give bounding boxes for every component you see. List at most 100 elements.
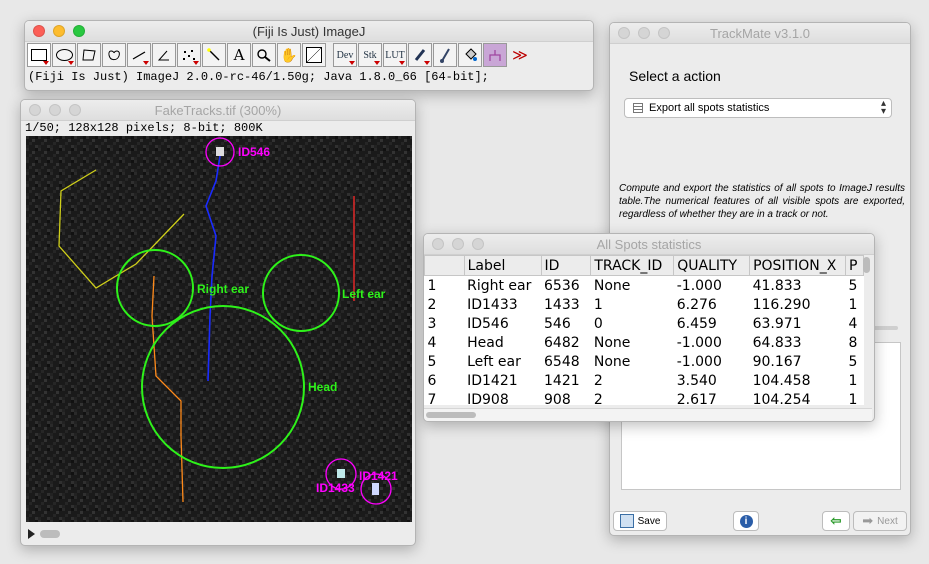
dev-menu-tool[interactable]: Dev — [333, 43, 357, 67]
multipoint-icon — [183, 50, 195, 60]
trackmate-icon — [489, 50, 501, 61]
freehand-tool[interactable] — [102, 43, 126, 67]
table-cell: 8 — [848, 334, 858, 351]
rectangle-tool[interactable] — [27, 43, 51, 67]
table-row[interactable]: 1 Right ear 6536 None -1.000 41.833 5 — [425, 276, 864, 296]
horizontal-scrollbar[interactable] — [424, 408, 872, 421]
table-row[interactable]: 7 ID908 908 2 2.617 104.254 1 — [425, 390, 864, 406]
table-cell: 1 — [593, 296, 603, 313]
spots-titlebar: All Spots statistics — [424, 234, 874, 255]
imagej-title: (Fiji Is Just) ImageJ — [252, 24, 366, 39]
lut-menu-tool[interactable]: LUT — [383, 43, 407, 67]
polygon-tool[interactable] — [77, 43, 101, 67]
table-row[interactable]: 2 ID1433 1433 1 6.276 116.290 1 — [425, 295, 864, 314]
table-cell: -1.000 — [676, 353, 722, 370]
info-button[interactable]: i — [733, 511, 759, 531]
play-icon[interactable] — [28, 529, 35, 539]
table-row[interactable]: 3 ID546 546 0 6.459 63.971 4 — [425, 314, 864, 333]
stack-slider-thumb[interactable] — [40, 530, 60, 538]
table-cell: 2.617 — [676, 391, 717, 406]
table-cell: -1.000 — [676, 277, 722, 294]
table-row[interactable]: 4 Head 6482 None -1.000 64.833 8 — [425, 333, 864, 352]
next-button[interactable]: ➡ Next — [853, 511, 907, 531]
imagej-window: (Fiji Is Just) ImageJ A ✋ Dev Stk LUT ≫ … — [24, 20, 594, 91]
table-cell: 1433 — [544, 296, 580, 313]
oval-icon — [55, 49, 73, 61]
back-button[interactable]: ⇦ — [822, 511, 850, 531]
label-head: Head — [308, 380, 337, 394]
spots-title: All Spots statistics — [596, 237, 702, 252]
freehand-icon — [108, 50, 120, 61]
column-header[interactable]: ID — [540, 255, 592, 276]
column-header[interactable]: QUALITY — [673, 255, 751, 276]
action-select-value: Export all spots statistics — [649, 102, 770, 114]
table-cell: 6482 — [544, 334, 580, 351]
spots-window: All Spots statistics Label ID TRACK_ID Q… — [423, 233, 875, 422]
table-cell: ID908 — [467, 391, 509, 406]
table-cell: 104.254 — [752, 391, 811, 406]
hand-icon: ✋ — [280, 46, 298, 63]
stk-label: Stk — [363, 49, 377, 61]
table-cell: 908 — [544, 391, 571, 406]
table-cell: 3 — [427, 315, 437, 332]
table-cell: 2 — [593, 372, 603, 389]
column-header[interactable]: Label — [463, 255, 542, 276]
image-info: 1/50; 128x128 pixels; 8-bit; 800K — [25, 121, 263, 135]
table-cell: 5 — [848, 353, 858, 370]
more-tools-icon: ≫ — [512, 47, 528, 64]
table-cell: ID546 — [467, 315, 509, 332]
horizontal-scroll-thumb[interactable] — [426, 412, 476, 418]
column-header[interactable] — [424, 255, 465, 276]
oval-tool[interactable] — [52, 43, 76, 67]
table-icon — [633, 103, 643, 113]
image-canvas[interactable]: ID546 Right ear Left ear Head ID1421 ID1… — [26, 136, 412, 522]
image-titlebar: FakeTracks.tif (300%) — [21, 100, 415, 121]
pencil-tool[interactable] — [408, 43, 432, 67]
label-id1433: ID1433 — [316, 481, 355, 495]
zoom-tool[interactable] — [252, 43, 276, 67]
stk-menu-tool[interactable]: Stk — [358, 43, 382, 67]
table-cell: 0 — [593, 315, 603, 332]
imagej-status: (Fiji Is Just) ImageJ 2.0.0-rc-46/1.50g;… — [28, 70, 489, 84]
spots-table[interactable]: Label ID TRACK_ID QUALITY POSITION_X P 1… — [424, 255, 864, 405]
table-cell: 90.167 — [752, 353, 802, 370]
angle-icon — [157, 50, 169, 61]
action-select[interactable]: Export all spots statistics ▴ ▾ — [624, 98, 892, 118]
dev-label: Dev — [336, 49, 354, 61]
table-row[interactable]: 5 Left ear 6548 None -1.000 90.167 5 — [425, 352, 864, 371]
hand-tool[interactable]: ✋ — [277, 43, 301, 67]
more-tools-button[interactable]: ≫ — [508, 43, 532, 67]
table-cell: 1 — [848, 296, 858, 313]
flood-fill-tool[interactable] — [458, 43, 482, 67]
table-cell: 1421 — [544, 372, 580, 389]
table-cell: ID1433 — [467, 296, 518, 313]
table-cell: 64.833 — [752, 334, 802, 351]
angle-tool[interactable] — [152, 43, 176, 67]
label-id546: ID546 — [238, 145, 270, 159]
column-header[interactable]: P — [845, 255, 864, 276]
line-tool[interactable] — [127, 43, 151, 67]
info-icon: i — [739, 514, 753, 528]
save-button[interactable]: Save — [613, 511, 667, 531]
image-window: FakeTracks.tif (300%) 1/50; 128x128 pixe… — [20, 99, 416, 546]
image-overlay: ID546 Right ear Left ear Head ID1421 ID1… — [26, 136, 412, 522]
noise-background — [26, 136, 412, 522]
action-description: Compute and export the statistics of all… — [619, 183, 905, 220]
trackmate-tool[interactable] — [483, 43, 507, 67]
updown-chevron-icon: ▴ ▾ — [880, 98, 886, 117]
column-header[interactable]: TRACK_ID — [590, 255, 675, 276]
line-icon — [132, 51, 146, 60]
wand-tool[interactable] — [202, 43, 226, 67]
table-cell: ID1421 — [467, 372, 518, 389]
point-tool[interactable] — [177, 43, 201, 67]
table-cell: -1.000 — [676, 334, 722, 351]
color-picker-tool[interactable] — [302, 43, 326, 67]
lut-label: LUT — [385, 49, 405, 61]
brush-tool[interactable] — [433, 43, 457, 67]
vertical-scrollbar[interactable] — [863, 257, 870, 273]
table-row[interactable]: 6 ID1421 1421 2 3.540 104.458 1 — [425, 371, 864, 390]
column-header[interactable]: POSITION_X — [749, 255, 846, 276]
table-cell: Head — [467, 334, 504, 351]
stack-slider — [26, 527, 410, 541]
text-tool[interactable]: A — [227, 43, 251, 67]
